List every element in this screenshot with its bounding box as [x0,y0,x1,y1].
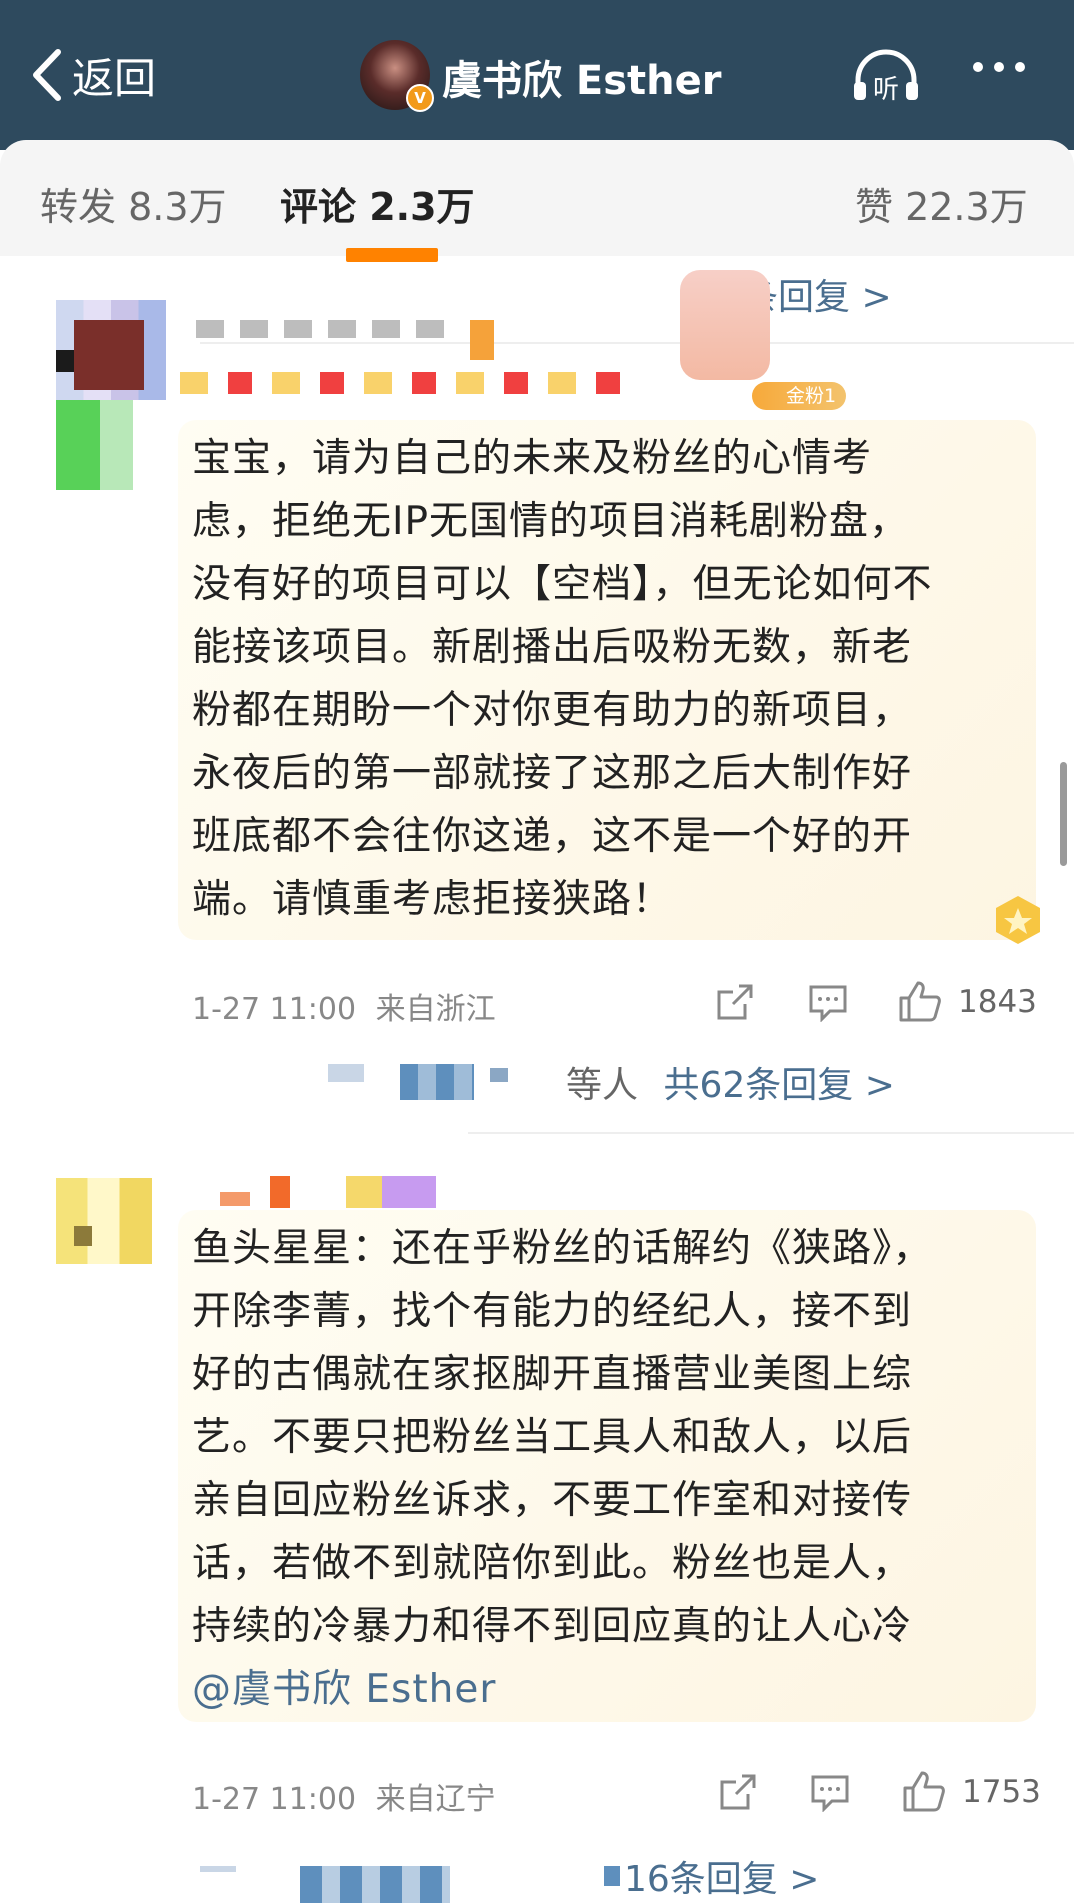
listen-label: 听 [873,75,899,104]
back-button[interactable]: 返回 [30,40,156,110]
tab-repost[interactable]: 转发 8.3万 [40,176,227,231]
divider [200,342,1074,344]
reply-prefix: 等人 [566,1065,639,1106]
comment-line: 虑，拒绝无IP无国情的项目消耗剧粉盘， [192,499,910,544]
comment-location: 来自辽宁 [375,1782,496,1817]
comment-line: 亲自回应粉丝诉求，不要工作室和对接传 [192,1478,913,1523]
comment-line: 宝宝，请为自己的未来及粉丝的心情考 [192,436,873,481]
headphones-icon[interactable]: 听 [850,48,922,104]
top-bar: 返回 V 虞书欣 Esther 听 [0,0,1074,150]
comment-icon[interactable] [808,984,848,1022]
comment-meta: 1-27 11:00 来自浙江 [192,984,496,1028]
comment-time: 1-27 11:00 [192,992,357,1027]
comment-time: 1-27 11:00 [192,1782,357,1817]
scrollbar[interactable] [1060,762,1067,866]
comment-line: 鱼头星星：还在乎粉丝的话解约《狭路》， [192,1226,933,1271]
comment-line: 话，若做不到就陪你到此。粉丝也是人， [192,1541,913,1586]
tab-active-indicator [346,248,438,262]
comment-line: 开除李菁，找个有能力的经纪人，接不到 [192,1289,913,1334]
reply-link[interactable]: 等人 共62条回复 > [566,1056,895,1108]
back-label: 返回 [72,53,157,103]
comment-location: 来自浙江 [375,992,496,1027]
share-icon[interactable] [718,1772,758,1812]
comment-line: 班底都不会往你这递，这不是一个好的开 [192,814,913,859]
like-count[interactable]: 1753 [962,1774,1041,1810]
thumbs-up-icon[interactable] [902,1770,946,1812]
reply-link[interactable]: 16条回复 > [624,1850,819,1902]
comment-line: 能接该项目。新剧播出后吸粉无数，新老 [192,625,913,670]
comment-line: 没有好的项目可以【空档】，但无论如何不 [192,562,933,607]
fan-badge: 金粉1 [752,382,847,410]
comment-line: 持续的冷暴力和得不到回应真的让人心冷 [192,1604,913,1649]
tab-likes[interactable]: 赞 22.3万 [855,176,1028,231]
comment-line: 端。请慎重考虑拒接狭路！ [192,877,673,922]
comment-body: 鱼头星星：还在乎粉丝的话解约《狭路》， 开除李菁，找个有能力的经纪人，接不到 好… [192,1217,933,1721]
comment-line: 粉都在期盼一个对你更有助力的新项目， [192,688,913,733]
comment-body: 宝宝，请为自己的未来及粉丝的心情考 虑，拒绝无IP无国情的项目消耗剧粉盘， 没有… [192,427,933,931]
share-icon[interactable] [715,982,755,1022]
divider [468,1132,1074,1134]
comment-meta: 1-27 11:00 来自辽宁 [192,1774,496,1818]
mention-link[interactable]: @虞书欣 Esther [192,1658,933,1721]
verified-badge: V [406,84,434,112]
reply-link-label: 共62条回复 > [663,1065,895,1106]
reply-link-label: 16条回复 > [624,1859,820,1900]
tab-comments[interactable]: 评论 2.3万 [280,176,475,231]
like-count[interactable]: 1843 [958,984,1037,1020]
more-icon[interactable] [973,62,1025,72]
star-badge-icon [996,896,1040,944]
comment-icon[interactable] [810,1774,850,1812]
page-title: 虞书欣 Esther [442,58,722,104]
thumbs-up-icon[interactable] [898,980,942,1022]
chevron-left-icon [33,49,61,101]
comment-line: 好的古偶就在家抠脚开直播营业美图上综 [192,1352,913,1397]
comment-line: 永夜后的第一部就接了这那之后大制作好 [192,751,913,796]
comment-line: 艺。不要只把粉丝当工具人和敌人，以后 [192,1415,913,1460]
tab-bar: 转发 8.3万 评论 2.3万 赞 22.3万 [0,140,1074,256]
